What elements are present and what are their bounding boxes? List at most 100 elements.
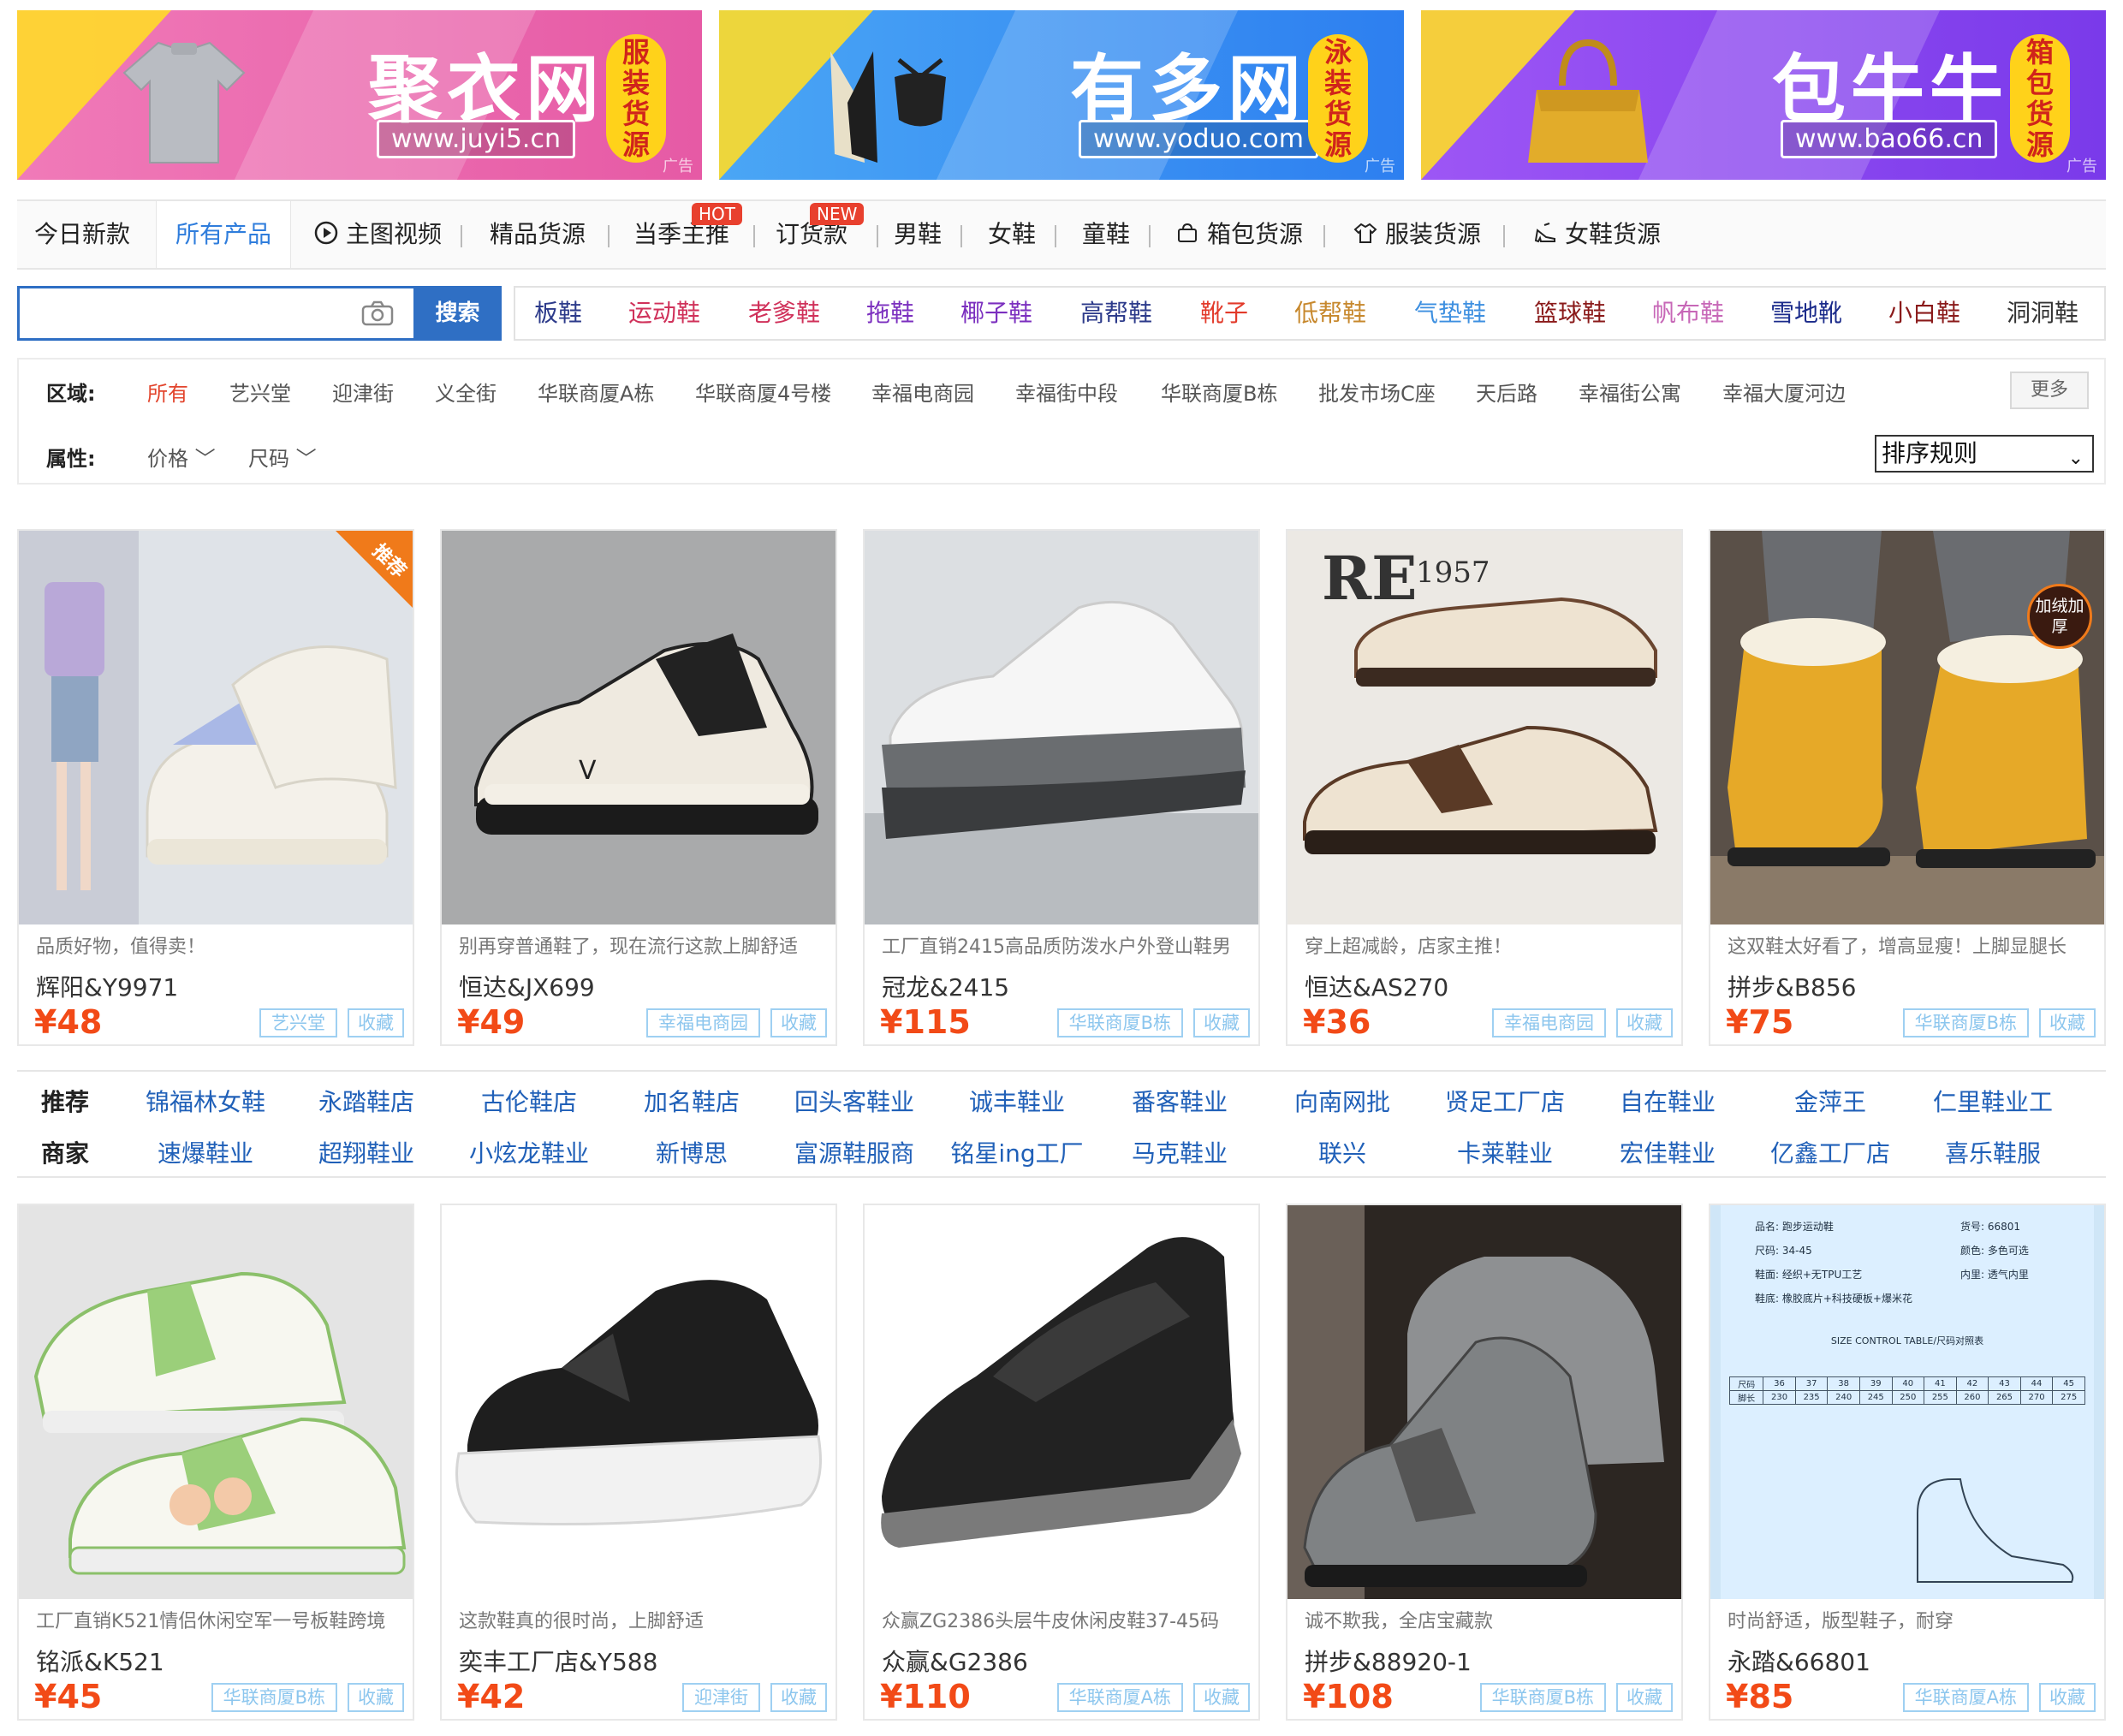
product-image[interactable]: RE 1957 <box>1287 531 1681 924</box>
favorite-button[interactable]: 收藏 <box>2039 1008 2096 1037</box>
product-image[interactable]: 加绒加厚 <box>1710 531 2104 924</box>
merchant-link[interactable]: 速爆鞋业 <box>158 1135 253 1169</box>
location-tag[interactable]: 华联商厦A栋 <box>1902 1683 2029 1712</box>
merchant-link[interactable]: 小炫龙鞋业 <box>469 1135 589 1169</box>
category-link[interactable]: 拖鞋 <box>866 288 914 339</box>
product-card[interactable]: 诚不欺我，全店宝藏款 拼步&88920-1 ¥108 华联商厦B栋 收藏 <box>1286 1204 1683 1721</box>
merchant-link[interactable]: 锦福林女鞋 <box>146 1084 265 1118</box>
size-filter[interactable]: 尺码 ﹀ <box>248 442 317 472</box>
location-tag[interactable]: 迎津街 <box>682 1683 760 1712</box>
price-filter[interactable]: 价格 ﹀ <box>147 442 216 472</box>
favorite-button[interactable]: 收藏 <box>348 1008 404 1037</box>
merchant-link[interactable]: 卡莱鞋业 <box>1457 1135 1553 1169</box>
nav-women-shoes[interactable]: 女鞋 <box>988 201 1036 268</box>
merchant-link[interactable]: 宏佳鞋业 <box>1620 1135 1716 1169</box>
region-option[interactable]: 迎津街 <box>332 377 394 407</box>
merchant-link[interactable]: 贤足工厂店 <box>1445 1084 1565 1118</box>
nav-premium-source[interactable]: 精品货源 <box>490 201 586 268</box>
nav-all-products[interactable]: 所有产品 <box>156 201 292 268</box>
product-image[interactable] <box>442 1205 836 1599</box>
search-button[interactable]: 搜索 <box>413 286 502 341</box>
merchant-link[interactable]: 永踏鞋店 <box>318 1084 414 1118</box>
favorite-button[interactable]: 收藏 <box>1193 1683 1250 1712</box>
product-card[interactable]: 这款鞋真的很时尚，上脚舒适 奕丰工厂店&Y588 ¥42 迎津街 收藏 <box>440 1204 837 1721</box>
category-link[interactable]: 靴子 <box>1200 288 1248 339</box>
region-option[interactable]: 艺兴堂 <box>229 377 291 407</box>
banner-bao66[interactable]: 包牛牛 www.bao66.cn 箱包货源 广告 <box>1421 10 2106 180</box>
merchant-link[interactable]: 富源鞋服商 <box>794 1135 914 1169</box>
region-option[interactable]: 天后路 <box>1476 377 1537 407</box>
merchant-link[interactable]: 超翔鞋业 <box>318 1135 414 1169</box>
nav-today-new[interactable]: 今日新款 <box>34 201 130 268</box>
category-link[interactable]: 高帮鞋 <box>1080 288 1152 339</box>
category-link[interactable]: 运动鞋 <box>628 288 700 339</box>
merchant-link[interactable]: 联兴 <box>1318 1135 1366 1169</box>
favorite-button[interactable]: 收藏 <box>348 1683 404 1712</box>
merchant-link[interactable]: 自在鞋业 <box>1620 1084 1716 1118</box>
banner-juyi[interactable]: 聚衣网 www.juyi5.cn 服装货源 广告 <box>17 10 702 180</box>
product-title[interactable]: 冠龙&2415 <box>882 969 1009 1003</box>
nav-women-shoes-source[interactable]: 女鞋货源 <box>1532 201 1661 268</box>
sort-select[interactable]: 排序规则 ⌄ <box>1875 435 2094 473</box>
region-option[interactable]: 华联商厦A栋 <box>538 377 654 407</box>
region-option[interactable]: 批发市场C座 <box>1318 377 1436 407</box>
location-tag[interactable]: 幸福电商园 <box>1492 1008 1606 1037</box>
nav-bags-source[interactable]: 箱包货源 <box>1174 201 1303 268</box>
region-option[interactable]: 所有 <box>147 377 188 407</box>
category-link[interactable]: 洞洞鞋 <box>2007 288 2078 339</box>
favorite-button[interactable]: 收藏 <box>1616 1683 1673 1712</box>
product-card[interactable]: RE 1957 穿上超减龄，店家主推！ 恒达&AS270 ¥36 幸福电商园 收… <box>1286 529 1683 1046</box>
favorite-button[interactable]: 收藏 <box>1193 1008 1250 1037</box>
product-title[interactable]: 恒达&JX699 <box>459 969 595 1003</box>
nav-clothing-source[interactable]: 服装货源 <box>1353 201 1481 268</box>
category-link[interactable]: 小白鞋 <box>1888 288 1960 339</box>
product-card[interactable]: 推荐 品质好物，值得卖！ 辉阳&Y9971 ¥48 艺兴堂 收藏 <box>17 529 414 1046</box>
category-link[interactable]: 雪地靴 <box>1770 288 1842 339</box>
merchant-link[interactable]: 古伦鞋店 <box>481 1084 577 1118</box>
banner-yoduo[interactable]: 有多网 www.yoduo.com 泳装货源 广告 <box>719 10 1404 180</box>
product-image[interactable] <box>865 531 1258 924</box>
location-tag[interactable]: 华联商厦B栋 <box>211 1683 337 1712</box>
merchant-link[interactable]: 马克鞋业 <box>1132 1135 1228 1169</box>
product-title[interactable]: 拼步&88920-1 <box>1305 1644 1472 1678</box>
region-option[interactable]: 义全街 <box>435 377 497 407</box>
product-card[interactable]: 加绒加厚 这双鞋太好看了，增高显瘦！上脚显腿长 拼步&B856 ¥75 华联商厦… <box>1709 529 2106 1046</box>
favorite-button[interactable]: 收藏 <box>1616 1008 1673 1037</box>
product-image[interactable]: 推荐 <box>19 531 413 924</box>
nav-main-video[interactable]: 主图视频 <box>313 201 442 268</box>
merchant-link[interactable]: 亿鑫工厂店 <box>1770 1135 1890 1169</box>
location-tag[interactable]: 华联商厦A栋 <box>1056 1683 1183 1712</box>
region-option[interactable]: 幸福大厦河边 <box>1722 377 1846 407</box>
product-title[interactable]: 奕丰工厂店&Y588 <box>459 1644 657 1678</box>
merchant-link[interactable]: 铭星ing工厂 <box>950 1135 1083 1169</box>
category-link[interactable]: 帆布鞋 <box>1652 288 1724 339</box>
merchant-link[interactable]: 金萍王 <box>1794 1084 1866 1118</box>
category-link[interactable]: 低帮鞋 <box>1294 288 1366 339</box>
favorite-button[interactable]: 收藏 <box>2039 1683 2096 1712</box>
merchant-link[interactable]: 新博思 <box>656 1135 728 1169</box>
region-option[interactable]: 幸福电商园 <box>871 377 974 407</box>
more-regions-button[interactable]: 更多 <box>2010 372 2089 409</box>
category-link[interactable]: 老爹鞋 <box>748 288 820 339</box>
merchant-link[interactable]: 加名鞋店 <box>644 1084 740 1118</box>
product-card[interactable]: 众赢ZG2386头层牛皮休闲皮鞋37-45码 众赢&G2386 ¥110 华联商… <box>863 1204 1260 1721</box>
camera-icon[interactable] <box>360 300 395 326</box>
product-title[interactable]: 恒达&AS270 <box>1305 969 1448 1003</box>
location-tag[interactable]: 幸福电商园 <box>646 1008 760 1037</box>
favorite-button[interactable]: 收藏 <box>770 1683 827 1712</box>
product-image[interactable] <box>1287 1205 1681 1599</box>
favorite-button[interactable]: 收藏 <box>770 1008 827 1037</box>
category-link[interactable]: 板鞋 <box>534 288 582 339</box>
category-link[interactable]: 篮球鞋 <box>1534 288 1606 339</box>
product-card[interactable]: V 别再穿普通鞋了，现在流行这款上脚舒适 恒达&JX699 ¥49 幸福电商园 … <box>440 529 837 1046</box>
merchant-link[interactable]: 向南网批 <box>1294 1084 1390 1118</box>
product-card[interactable]: 工厂直销K521情侣休闲空军一号板鞋跨境 铭派&K521 ¥45 华联商厦B栋 … <box>17 1204 414 1721</box>
product-image[interactable] <box>19 1205 413 1599</box>
category-link[interactable]: 椰子鞋 <box>960 288 1032 339</box>
product-title[interactable]: 辉阳&Y9971 <box>36 969 178 1003</box>
product-image[interactable]: V <box>442 531 836 924</box>
nav-men-shoes[interactable]: 男鞋 <box>894 201 942 268</box>
region-option[interactable]: 幸福街公寓 <box>1579 377 1681 407</box>
product-title[interactable]: 永踏&66801 <box>1728 1644 1870 1678</box>
product-card[interactable]: 工厂直销2415高品质防泼水户外登山鞋男 冠龙&2415 ¥115 华联商厦B栋… <box>863 529 1260 1046</box>
